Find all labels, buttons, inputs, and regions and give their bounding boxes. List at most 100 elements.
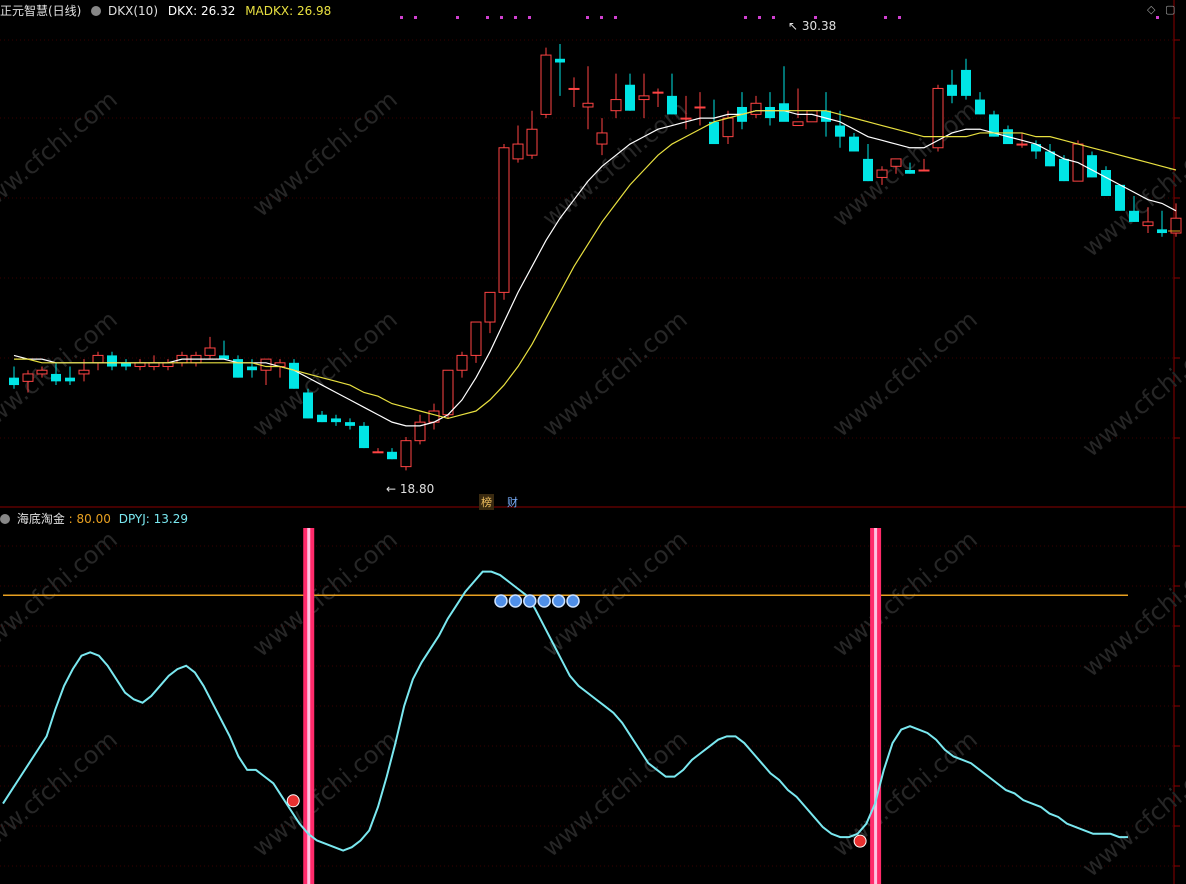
candle-body [1115,184,1125,211]
high-price-value: 30.38 [801,19,837,33]
bottom-signal-dot [286,794,300,808]
chart-canvas: www.cfchi.com www.cfchi.com www.cfchi.com w… [0,0,1186,884]
watermark-text: www.cfchi.com [537,305,693,442]
top-signal-ball [551,594,566,608]
top-signal-ball [523,594,537,608]
candle-body [667,95,677,115]
candle-body [792,121,804,127]
high-price-label: ↖ 30.38 [788,19,837,33]
top-signal-ball [537,594,551,608]
indicator-name[interactable]: DKX(10) [108,4,158,18]
candle-body [526,128,538,156]
candle-body [722,117,734,138]
collapse-icon-2[interactable] [0,514,10,524]
candle-body [876,169,888,178]
diamond-icon[interactable]: ◇ [1147,3,1155,16]
candle-body [890,158,902,167]
candle-body [470,321,482,356]
candle-body [905,170,915,174]
indicator-title[interactable]: 海底淘金 [17,512,65,526]
stock-title[interactable]: 正元智慧(日线) [0,4,81,18]
top-signal-ball [566,594,580,608]
expand-icon[interactable]: ▢ [1165,3,1175,16]
candle-body [1016,143,1028,146]
candle-body [582,102,594,108]
candle-body [400,440,412,468]
candle-body [512,143,524,160]
candle-body [568,87,580,90]
marker-dot [500,16,503,19]
candle-body [22,373,34,382]
candle-body [1059,158,1069,182]
marker-dot [586,16,589,19]
candle-body [107,355,117,367]
watermark-text: www.cfchi.com [0,725,123,862]
candle-body [1101,170,1111,196]
candle-body [540,54,552,115]
candle-body [863,158,873,182]
watermark-text: www.cfchi.com [1077,745,1186,882]
collapse-icon[interactable] [91,6,102,16]
candle-body [806,110,818,123]
marker-dot [1156,16,1159,19]
watermark-text: www.cfchi.com [1077,545,1186,682]
candle-body [1087,155,1097,178]
dpyj-value: DPYJ: 13.29 [118,512,189,526]
candle-body [680,117,692,120]
dkx-value: DKX: 26.32 [167,4,236,18]
level-value: : 80.00 [68,512,111,526]
marker-dot [400,16,403,19]
marker-dot [898,16,901,19]
candle-body [484,291,496,323]
marker-dot [528,16,531,19]
watermark-text: www.cfchi.com [827,305,983,442]
watermark-text: www.cfchi.com [1077,325,1186,462]
candle-body [78,369,90,375]
candle-body [947,84,957,96]
candle-body [821,110,831,122]
badge-cai[interactable]: 财 [507,494,518,510]
candle-body [372,451,384,454]
marker-dot [884,16,887,19]
top-panel-header: 正元智慧(日线) DKX(10) DKX: 26.32 MADKX: 26.98 [0,2,331,19]
marker-dot [486,16,489,19]
candle-body [442,369,454,416]
candle-body [387,451,397,460]
watermark-text: www.cfchi.com [827,95,983,232]
marker-dot [514,16,517,19]
candle-body [317,414,327,423]
bottom-panel-header: 海底淘金 : 80.00 DPYJ: 13.29 [0,510,188,527]
marker-dot [772,16,775,19]
candle-body [498,147,510,293]
low-price-value: 18.80 [399,482,435,496]
candle-body [779,103,789,122]
candle-body [638,95,650,101]
badge-bang[interactable]: 榜 [479,494,494,510]
candle-body [625,84,635,111]
candle-body [975,99,985,115]
watermark-text: www.cfchi.com [1077,125,1186,262]
candle-body [359,425,369,449]
candle-body [1157,229,1167,234]
candle-body [36,369,48,375]
candle-body [765,106,775,119]
watermark-text: www.cfchi.com [537,95,693,232]
low-price-label: ← 18.80 [386,482,435,496]
madkx-value: MADKX: 26.98 [245,4,332,18]
candle-body [750,102,762,115]
marker-dot [456,16,459,19]
candle-body [694,106,706,109]
candle-body [1129,210,1139,222]
candle-body [51,373,61,382]
candle-body [247,366,257,371]
candle-body [961,69,971,96]
watermark-text: www.cfchi.com [247,85,403,222]
dpyj-line [2,570,1128,852]
candle-body [303,392,313,419]
marker-dot [744,16,747,19]
candle-body [1142,221,1154,227]
candle-body [835,125,845,137]
marker-dot [758,16,761,19]
candle-body [65,377,75,382]
candle-body [204,347,216,356]
